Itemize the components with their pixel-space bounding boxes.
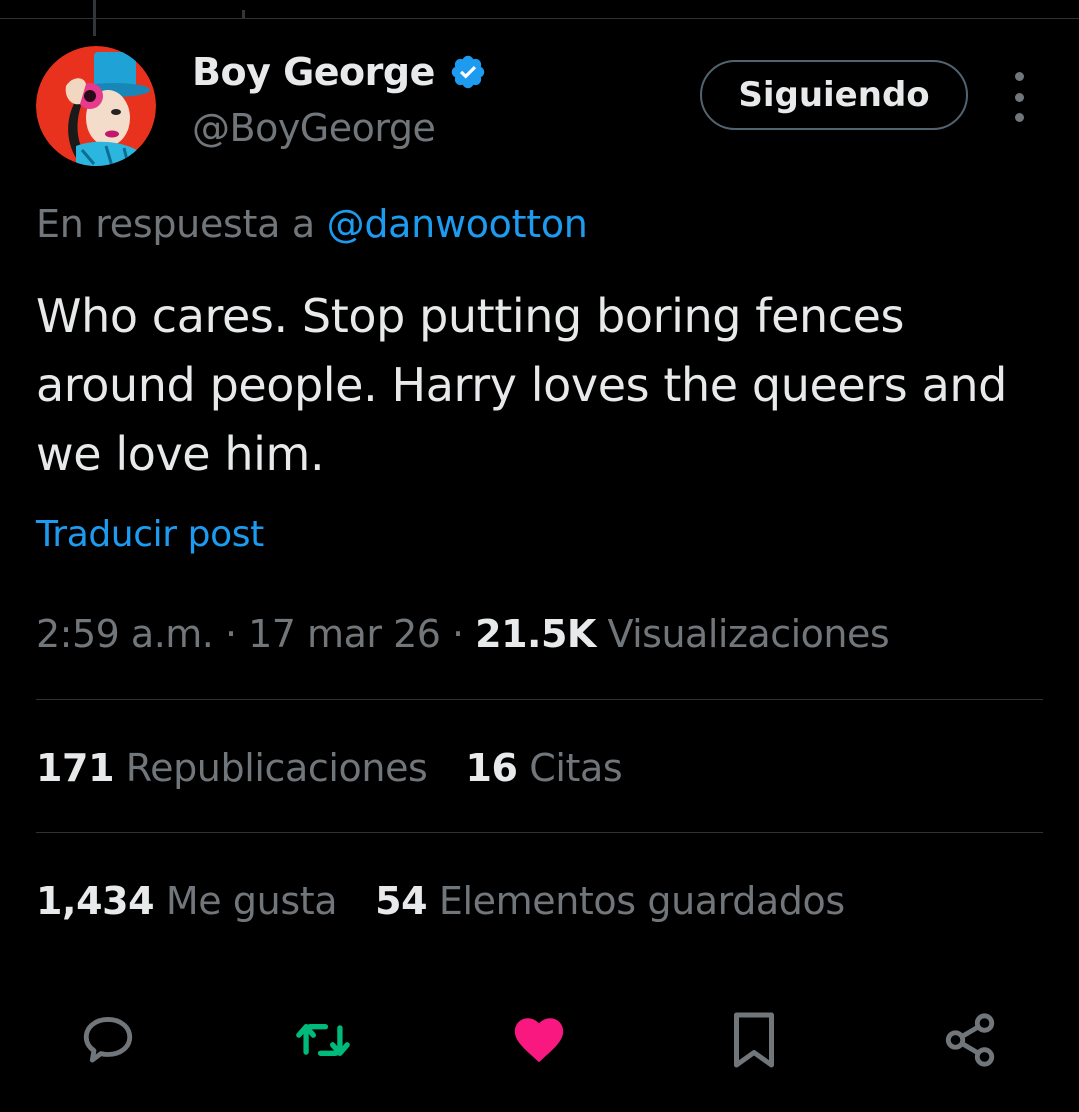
following-button[interactable]: Siguiendo bbox=[700, 60, 968, 130]
user-handle[interactable]: @BoyGeorge bbox=[192, 106, 436, 150]
reposts-count: 171 bbox=[36, 746, 115, 790]
likes-count: 1,434 bbox=[36, 879, 155, 923]
views-count[interactable]: 21.5K bbox=[475, 612, 596, 656]
avatar[interactable] bbox=[36, 46, 156, 166]
reply-context: En respuesta a @danwootton bbox=[36, 202, 588, 246]
meta-separator: · bbox=[213, 612, 249, 656]
bookmarks-stat[interactable]: 54 Elementos guardados bbox=[375, 879, 845, 923]
share-icon[interactable] bbox=[938, 1008, 1002, 1072]
display-name-row: Boy George bbox=[192, 50, 487, 94]
quotes-count: 16 bbox=[465, 746, 518, 790]
tweet-text: Who cares. Stop putting boring fences ar… bbox=[36, 289, 1007, 481]
tweet-meta: 2:59 a.m. · 17 mar 26 · 21.5K Visualizac… bbox=[36, 612, 890, 656]
reply-mention-link[interactable]: @danwootton bbox=[327, 202, 588, 246]
reply-icon[interactable] bbox=[76, 1008, 140, 1072]
bookmarks-count: 54 bbox=[375, 879, 428, 923]
divider bbox=[36, 699, 1043, 700]
top-divider bbox=[0, 18, 1079, 19]
bookmarks-label: Elementos guardados bbox=[427, 879, 845, 923]
thread-line bbox=[93, 0, 96, 36]
display-name[interactable]: Boy George bbox=[192, 50, 435, 94]
divider bbox=[36, 832, 1043, 833]
tweet-date[interactable]: 17 mar 26 bbox=[248, 612, 441, 656]
heart-icon[interactable] bbox=[507, 1008, 571, 1072]
reposts-stat[interactable]: 171 Republicaciones bbox=[36, 746, 428, 790]
translate-post-link[interactable]: Traducir post bbox=[36, 514, 264, 555]
likes-label: Me gusta bbox=[154, 879, 338, 923]
quotes-label: Citas bbox=[517, 746, 623, 790]
likes-stat[interactable]: 1,434 Me gusta bbox=[36, 879, 338, 923]
repost-icon[interactable] bbox=[291, 1008, 355, 1072]
engagement-row-likes: 1,434 Me gusta 54 Elementos guardados bbox=[36, 879, 845, 923]
reposts-label: Republicaciones bbox=[114, 746, 428, 790]
more-options-icon[interactable] bbox=[1002, 72, 1036, 122]
quotes-stat[interactable]: 16 Citas bbox=[465, 746, 622, 790]
verified-badge-icon[interactable] bbox=[449, 53, 487, 91]
thread-line-fragment bbox=[242, 10, 245, 18]
meta-separator: · bbox=[440, 612, 476, 656]
engagement-row-reposts: 171 Republicaciones 16 Citas bbox=[36, 746, 623, 790]
reply-context-prefix: En respuesta a bbox=[36, 202, 327, 246]
views-label[interactable]: Visualizaciones bbox=[596, 612, 889, 656]
bookmark-icon[interactable] bbox=[722, 1008, 786, 1072]
profile-avatar-image bbox=[36, 46, 156, 166]
tweet-time[interactable]: 2:59 a.m. bbox=[36, 612, 214, 656]
